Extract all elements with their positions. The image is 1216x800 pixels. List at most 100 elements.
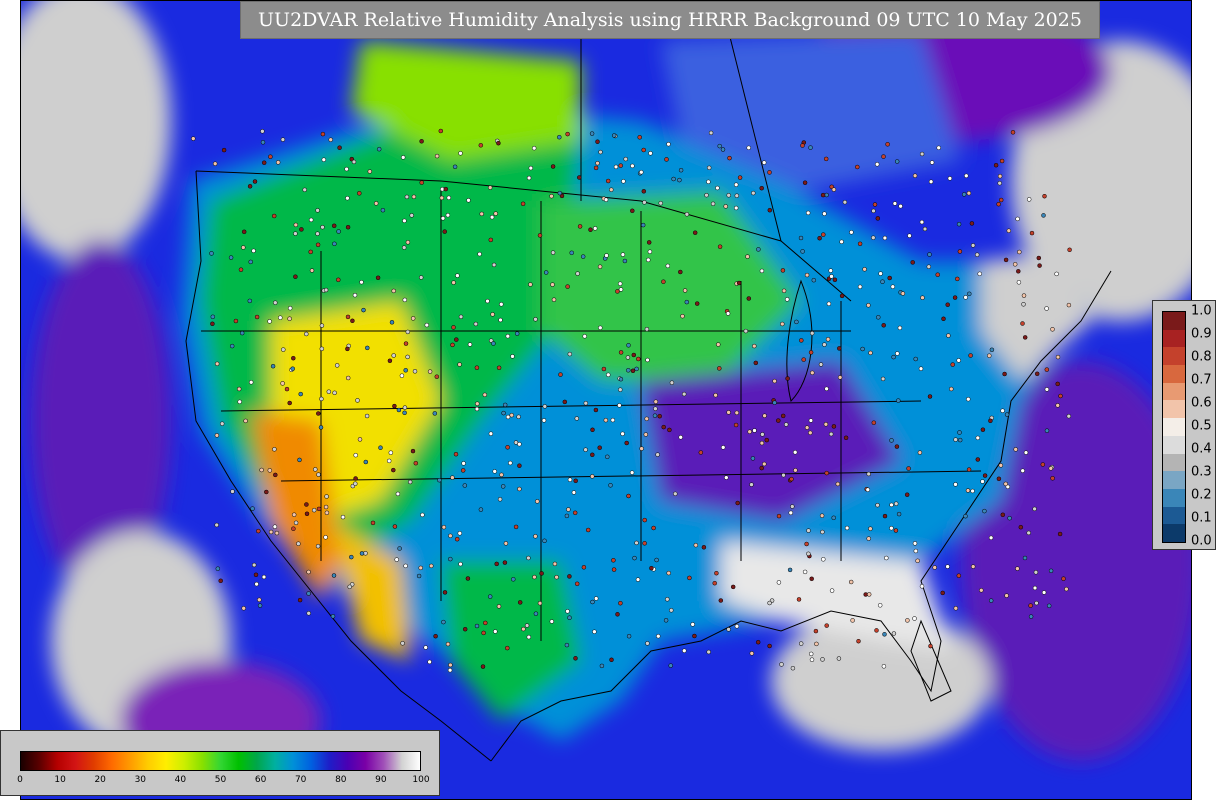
station-marker bbox=[458, 151, 463, 156]
station-marker bbox=[776, 580, 782, 585]
station-marker bbox=[396, 407, 402, 413]
station-marker bbox=[474, 365, 480, 370]
station-marker bbox=[336, 277, 341, 283]
station-marker bbox=[806, 528, 811, 533]
station-marker bbox=[533, 611, 539, 616]
station-marker bbox=[945, 302, 950, 307]
station-marker bbox=[767, 643, 772, 649]
station-marker bbox=[823, 156, 829, 162]
station-marker bbox=[418, 275, 424, 280]
bias-colorbar-segment bbox=[1163, 418, 1185, 436]
station-marker bbox=[533, 317, 538, 322]
bias-colorbar-segment bbox=[1163, 347, 1185, 366]
station-marker bbox=[1015, 216, 1020, 222]
station-marker bbox=[953, 437, 958, 442]
station-marker bbox=[590, 599, 595, 605]
station-marker bbox=[829, 588, 835, 593]
station-marker bbox=[332, 241, 337, 247]
station-marker bbox=[420, 512, 425, 518]
station-marker bbox=[818, 362, 824, 367]
station-marker bbox=[293, 222, 299, 228]
station-marker bbox=[658, 200, 663, 206]
station-marker bbox=[822, 211, 827, 216]
station-marker bbox=[789, 476, 794, 482]
rh-tick-label: 60 bbox=[254, 775, 267, 785]
station-marker bbox=[533, 534, 538, 539]
station-marker bbox=[466, 198, 471, 203]
station-marker bbox=[1055, 381, 1060, 387]
station-marker bbox=[666, 141, 671, 147]
station-marker bbox=[964, 173, 969, 179]
station-marker bbox=[814, 641, 819, 647]
station-marker bbox=[450, 475, 455, 480]
station-marker bbox=[316, 411, 321, 416]
station-marker bbox=[1044, 387, 1050, 392]
station-marker bbox=[528, 165, 534, 171]
station-marker bbox=[966, 396, 971, 402]
station-marker bbox=[871, 208, 876, 214]
station-marker bbox=[434, 153, 440, 159]
station-marker bbox=[315, 543, 321, 549]
station-marker bbox=[505, 445, 510, 450]
station-marker bbox=[462, 483, 468, 488]
station-marker bbox=[345, 375, 351, 381]
station-marker bbox=[915, 558, 920, 564]
station-marker bbox=[801, 357, 806, 362]
station-marker bbox=[891, 354, 896, 360]
station-marker bbox=[905, 618, 910, 623]
station-marker bbox=[543, 270, 549, 275]
station-marker bbox=[843, 435, 849, 441]
station-marker bbox=[653, 406, 658, 411]
station-marker bbox=[762, 461, 767, 467]
station-marker bbox=[280, 381, 285, 386]
station-marker bbox=[1064, 586, 1069, 592]
station-marker bbox=[839, 293, 845, 299]
station-marker bbox=[1007, 515, 1012, 521]
station-marker bbox=[641, 189, 647, 194]
station-marker bbox=[885, 142, 890, 147]
station-marker bbox=[505, 333, 511, 339]
station-marker bbox=[501, 410, 506, 416]
station-marker bbox=[260, 140, 266, 145]
station-marker bbox=[644, 416, 649, 422]
station-marker bbox=[479, 211, 484, 217]
station-marker bbox=[491, 341, 496, 346]
station-marker bbox=[621, 179, 626, 184]
station-marker bbox=[261, 574, 267, 580]
station-marker bbox=[1042, 193, 1047, 199]
station-marker bbox=[604, 253, 609, 258]
station-marker bbox=[974, 252, 980, 257]
station-marker bbox=[1050, 476, 1055, 481]
station-marker bbox=[416, 573, 422, 579]
station-marker bbox=[442, 590, 448, 595]
station-marker bbox=[458, 314, 464, 320]
station-marker bbox=[927, 394, 933, 399]
station-marker bbox=[505, 645, 510, 651]
station-marker bbox=[868, 350, 873, 356]
station-marker bbox=[454, 536, 460, 542]
station-marker bbox=[804, 425, 810, 430]
station-marker bbox=[367, 169, 373, 174]
station-marker bbox=[508, 460, 513, 466]
station-marker bbox=[750, 456, 756, 461]
station-marker bbox=[907, 233, 912, 238]
station-marker bbox=[387, 358, 393, 364]
station-marker bbox=[229, 343, 235, 349]
station-marker bbox=[751, 190, 756, 196]
station-marker bbox=[445, 212, 451, 218]
bias-colorbar-segment bbox=[1163, 524, 1185, 542]
station-marker bbox=[567, 477, 573, 482]
station-marker bbox=[652, 413, 658, 418]
station-marker bbox=[881, 664, 887, 669]
station-marker bbox=[603, 417, 609, 423]
station-marker bbox=[318, 425, 324, 430]
station-marker bbox=[710, 201, 716, 207]
station-marker bbox=[1018, 524, 1024, 530]
station-marker bbox=[250, 506, 255, 511]
station-marker bbox=[319, 346, 325, 352]
station-marker bbox=[502, 560, 508, 565]
station-marker bbox=[252, 179, 258, 184]
station-marker bbox=[473, 321, 479, 327]
station-marker bbox=[488, 237, 494, 243]
station-marker bbox=[865, 487, 871, 492]
